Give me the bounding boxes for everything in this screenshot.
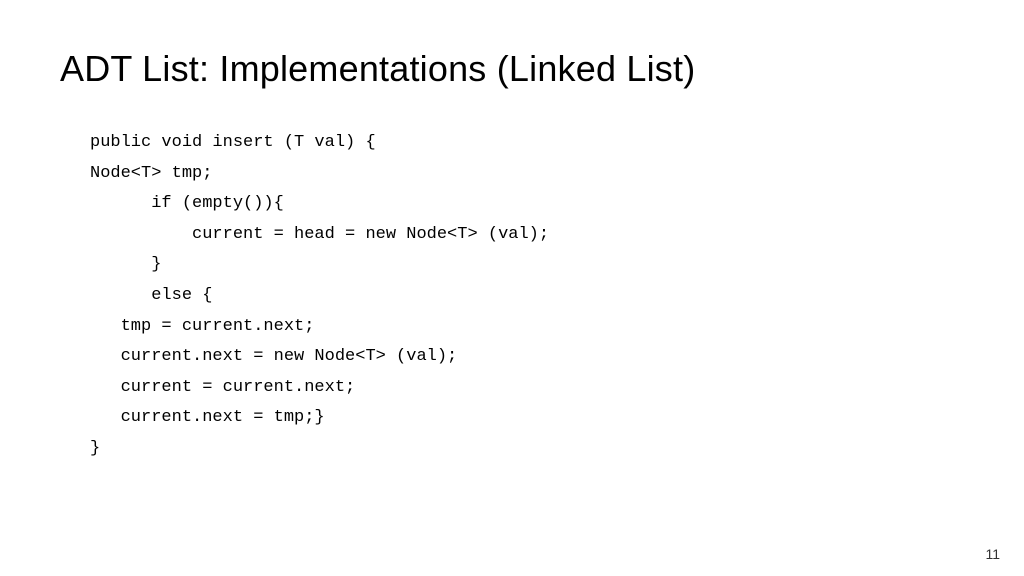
page-number: 11: [985, 546, 1000, 562]
code-line: if (empty()){: [90, 189, 964, 220]
code-line: tmp = current.next;: [90, 312, 964, 343]
slide-container: ADT List: Implementations (Linked List) …: [0, 0, 1024, 576]
code-line: current = current.next;: [90, 373, 964, 404]
code-line: }: [90, 250, 964, 281]
code-line: current.next = tmp;}: [90, 403, 964, 434]
code-line: else {: [90, 281, 964, 312]
code-line: public void insert (T val) {: [90, 128, 964, 159]
code-line: }: [90, 434, 964, 465]
code-line: Node<T> tmp;: [90, 159, 964, 190]
code-line: current.next = new Node<T> (val);: [90, 342, 964, 373]
slide-title: ADT List: Implementations (Linked List): [60, 48, 964, 90]
code-block: public void insert (T val) { Node<T> tmp…: [60, 128, 964, 465]
code-line: current = head = new Node<T> (val);: [90, 220, 964, 251]
